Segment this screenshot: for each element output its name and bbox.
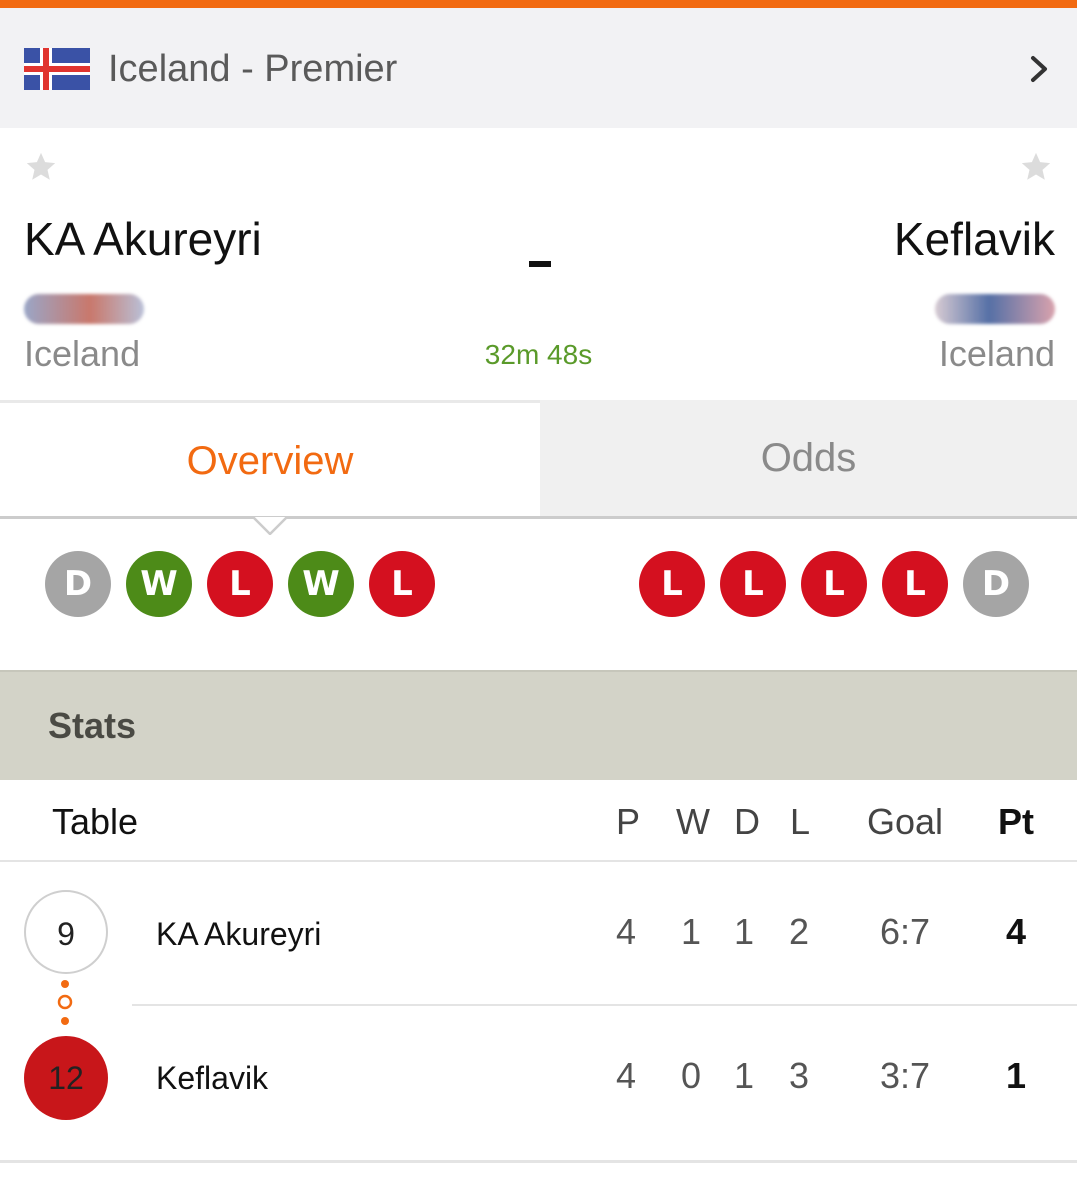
stats-section-header: Stats [0,670,1077,780]
form-badge: L [639,551,705,617]
away-team-name[interactable]: Keflavik [894,212,1055,266]
form-badge: L [720,551,786,617]
row-played: 4 [616,1055,637,1096]
top-accent-bar [0,0,1077,8]
row-goals: 6:7 [880,911,931,952]
tab-overview[interactable]: Overview [0,400,540,516]
rank-badge: 9 [24,890,108,974]
rank-badge: 12 [24,1036,108,1120]
column-header-won: W [676,801,710,842]
table-bottom-divider [0,1160,1077,1163]
row-lost: 3 [789,1055,810,1096]
home-country-flag [24,294,144,324]
tab-divider [0,516,1077,519]
table-label: Table [52,801,139,842]
favorite-away-star-icon[interactable] [1019,150,1053,184]
tab-bar: Overview Odds [0,400,1077,518]
form-badge: L [207,551,273,617]
row-team-name: KA Akureyri [156,916,322,952]
table-row[interactable]: 12 Keflavik 4 0 1 3 3:7 1 [0,1006,1077,1150]
form-badge: D [45,551,111,617]
row-played: 4 [616,911,637,952]
row-points: 1 [1006,1055,1027,1096]
row-team-name: Keflavik [156,1060,269,1096]
iceland-flag-icon [24,48,90,90]
chevron-right-icon[interactable] [1025,52,1053,86]
score-placeholder [529,261,551,267]
row-drawn: 1 [734,911,755,952]
column-header-goals: Goal [867,801,944,842]
tab-odds[interactable]: Odds [540,400,1077,516]
recent-form-row: D W L W L L L L L D [0,536,1077,668]
home-form: D W L W L [45,551,435,617]
row-goals: 3:7 [880,1055,931,1096]
home-team-name[interactable]: KA Akureyri [24,212,262,266]
column-header-lost: L [790,801,811,842]
away-country-flag [935,294,1055,324]
standings-table-header: Table P W D L Goal Pt [0,782,1077,862]
kickoff-countdown: 32m 48s [484,339,593,370]
favorite-home-star-icon[interactable] [24,150,58,184]
match-header: KA Akureyri Keflavik Iceland Iceland 32m… [0,128,1077,400]
active-tab-pointer [253,516,287,535]
form-badge: L [882,551,948,617]
row-won: 0 [681,1055,702,1096]
column-header-drawn: D [734,801,760,842]
form-badge: L [369,551,435,617]
row-points: 4 [1006,911,1027,952]
stats-title: Stats [48,705,137,746]
form-badge: D [963,551,1029,617]
match-detail-page: Iceland - Premier KA Akureyri Keflavik I… [0,0,1077,1194]
column-header-played: P [616,801,641,842]
table-row[interactable]: 9 KA Akureyri 4 1 1 2 6:7 4 [0,862,1077,1006]
form-badge: W [288,551,354,617]
form-badge: L [801,551,867,617]
row-lost: 2 [789,911,810,952]
away-form: L L L L D [639,551,1029,617]
league-header[interactable]: Iceland - Premier [0,8,1077,128]
league-name: Iceland - Premier [108,48,398,90]
column-header-points: Pt [998,801,1034,842]
form-badge: W [126,551,192,617]
row-won: 1 [681,911,702,952]
row-drawn: 1 [734,1055,755,1096]
